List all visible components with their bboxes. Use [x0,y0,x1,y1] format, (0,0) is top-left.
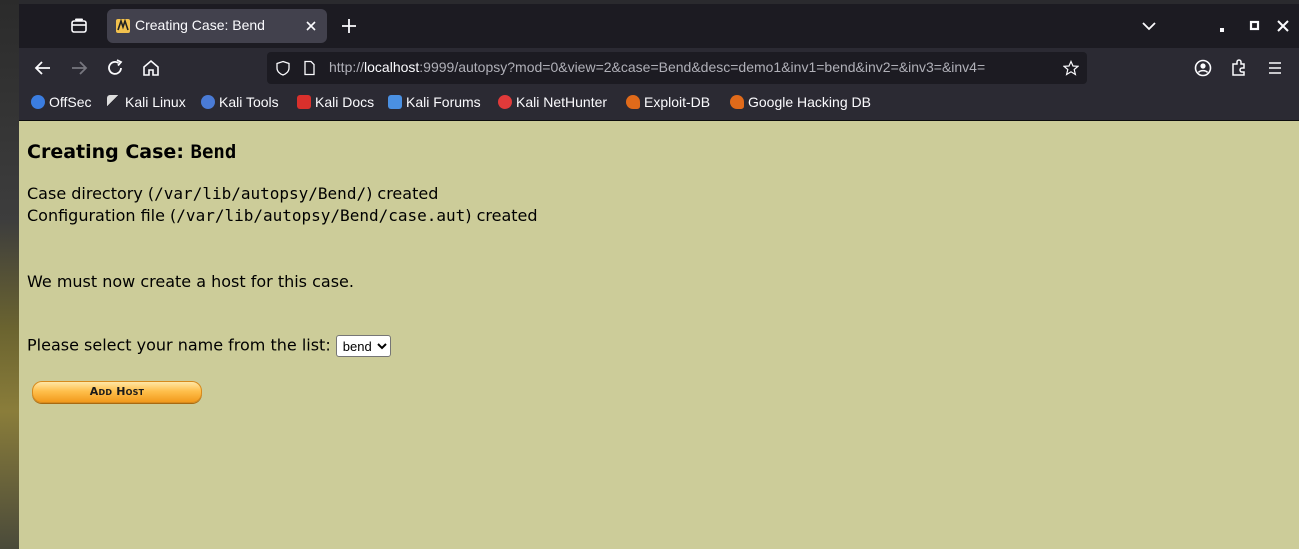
browser-titlebar: Creating Case: Bend [19,4,1299,48]
select-name-label: Please select your name from the list: [27,335,336,355]
add-host-button[interactable]: Add Host [32,381,202,403]
host-instruction: We must now create a host for this case. [27,272,354,291]
close-window-icon[interactable] [1273,16,1293,36]
page-content: Creating Case: Bend Case directory (/var… [19,121,1299,549]
ghdb-icon [730,95,744,109]
navigation-toolbar: http://localhost:9999/autopsy?mod=0&view… [19,48,1299,88]
bookmark-exploit-db[interactable]: Exploit-DB [626,94,710,114]
offsec-icon [31,95,45,109]
url-fade [1017,52,1057,84]
tab-list-icon[interactable] [69,16,89,36]
tab-title: Creating Case: Bend [135,17,265,33]
page-info-icon[interactable] [301,60,317,76]
desktop-background [0,0,19,549]
reload-icon[interactable] [103,56,127,80]
tracking-shield-icon[interactable] [275,60,291,76]
kali-docs-icon [297,95,311,109]
case-directory-message: Case directory (/var/lib/autopsy/Bend/) … [27,184,439,203]
bookmarks-toolbar: OffSec Kali Linux Kali Tools Kali Docs K… [19,88,1299,121]
kali-forums-icon [388,95,402,109]
select-name-row: Please select your name from the list: b… [27,335,391,357]
investigator-name-select[interactable]: bend [335,335,391,357]
bookmark-star-icon[interactable] [1063,60,1079,76]
bookmark-offsec[interactable]: OffSec [31,94,92,114]
extensions-puzzle-icon[interactable] [1227,56,1251,80]
maximize-window-icon[interactable] [1245,16,1265,36]
home-icon[interactable] [139,56,163,80]
bookmark-kali-linux[interactable]: Kali Linux [107,94,186,114]
close-tab-icon[interactable] [303,18,319,34]
bookmark-kali-forums[interactable]: Kali Forums [388,94,481,114]
config-file-message: Configuration file (/var/lib/autopsy/Ben… [27,206,538,225]
bookmark-kali-docs[interactable]: Kali Docs [297,94,374,114]
url-text[interactable]: http://localhost:9999/autopsy?mod=0&view… [329,59,985,75]
minimize-window-icon[interactable] [1215,16,1235,36]
forward-arrow-icon[interactable] [67,56,91,80]
hamburger-menu-icon[interactable] [1263,56,1287,80]
bookmark-kali-nethunter[interactable]: Kali NetHunter [498,94,607,114]
tab-active[interactable]: Creating Case: Bend [107,9,327,43]
exploitdb-icon [626,95,640,109]
nethunter-icon [498,95,512,109]
kali-tools-icon [201,95,215,109]
url-bar[interactable]: http://localhost:9999/autopsy?mod=0&view… [267,52,1087,84]
bookmark-kali-tools[interactable]: Kali Tools [201,94,279,114]
autopsy-favicon-icon [116,18,130,33]
back-arrow-icon[interactable] [31,56,55,80]
account-icon[interactable] [1191,56,1215,80]
page-title: Creating Case: Bend [27,141,237,163]
kali-dragon-icon [107,95,121,109]
chevron-down-icon[interactable] [1139,16,1159,36]
bookmark-google-hacking-db[interactable]: Google Hacking DB [730,94,871,114]
new-tab-plus-icon[interactable] [339,16,359,36]
